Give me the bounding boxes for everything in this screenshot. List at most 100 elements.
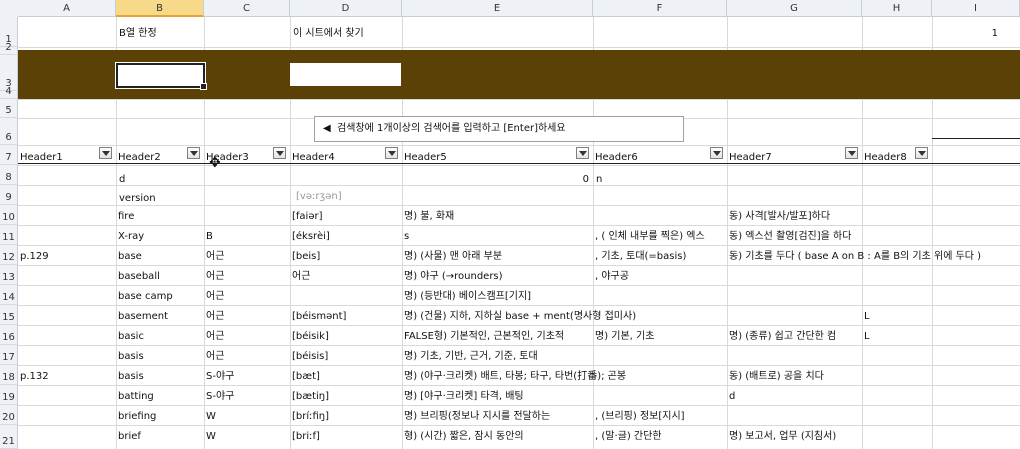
row-number: 12 [2, 252, 15, 263]
row-header-6[interactable]: 6 [0, 118, 18, 145]
b-column-search-input[interactable] [115, 62, 207, 90]
column-header-d[interactable]: D [290, 0, 402, 17]
instruction-text: 검색창에 1개이상의 검색어를 입력하고 [Enter]하세요 [337, 123, 566, 134]
gridline-horizontal [18, 245, 1020, 246]
row-number: 11 [2, 232, 15, 243]
gridline-horizontal [18, 205, 1020, 206]
filter-dropdown-icon[interactable] [385, 147, 398, 159]
gridline-horizontal [18, 99, 1020, 100]
column-header-i[interactable]: I [932, 0, 1020, 17]
cell-f: , (브리핑) 정보[지시] [595, 411, 685, 422]
row-header-4[interactable]: 4 [0, 86, 18, 99]
gridline-horizontal [18, 145, 1020, 146]
row-header-17[interactable]: 17 [0, 345, 18, 365]
column-header-e[interactable]: E [402, 0, 593, 17]
cell-g: 동) 사격[발사/발포]하다 [729, 211, 831, 222]
sheet-search-input[interactable] [290, 63, 401, 86]
gridline-horizontal [18, 285, 1020, 286]
cell-b: fire [118, 211, 135, 222]
cell-d: [bætiŋ] [292, 391, 330, 402]
cell-b: brief [118, 431, 141, 442]
cell-b9: version [119, 193, 156, 204]
gridline-horizontal [18, 305, 1020, 306]
column-header-c[interactable]: C [204, 0, 290, 17]
row-header-19[interactable]: 19 [0, 385, 18, 405]
cell-b: base [118, 251, 142, 262]
cell-c: 어근 [206, 251, 225, 262]
filter-dropdown-icon[interactable] [915, 147, 928, 159]
row-header-9[interactable]: 9 [0, 185, 18, 205]
cell-c: 어근 [206, 351, 225, 362]
column-header-f[interactable]: F [593, 0, 727, 17]
cell-c: S-야구 [206, 371, 235, 382]
cell-e: 명) (사물) 맨 아래 부분 [404, 251, 503, 262]
cell-e: s [404, 231, 410, 242]
row-number: 2 [5, 42, 12, 53]
cell-g: 명) (종류) 쉽고 간단한 컴 [729, 331, 837, 342]
cell-c: S-야구 [206, 391, 235, 402]
cell-b: basis [118, 371, 144, 382]
b-only-label: B열 한정 [119, 28, 157, 39]
cell-d: [briːf] [292, 431, 320, 442]
row-header-8[interactable]: 8 [0, 165, 18, 185]
row-header-7[interactable]: 7 [0, 145, 18, 165]
header-underline [18, 163, 1020, 164]
row-header-16[interactable]: 16 [0, 325, 18, 345]
column-header-h[interactable]: H [862, 0, 932, 17]
cell-b: base camp [118, 291, 173, 302]
cell-f: , 야구공 [595, 271, 629, 282]
cell-a: p.132 [20, 371, 49, 382]
row-header-5[interactable]: 5 [0, 99, 18, 118]
row-number: 17 [2, 352, 15, 363]
row-number: 7 [5, 152, 12, 163]
row-header-18[interactable]: 18 [0, 365, 18, 385]
cell-d: [faiər] [292, 211, 323, 222]
gridline-horizontal [18, 225, 1020, 226]
row-header-20[interactable]: 20 [0, 405, 18, 425]
cell-h: L [864, 311, 870, 322]
cell-d: [béisik] [292, 331, 329, 342]
separator-line [932, 138, 1020, 139]
instruction-textbox: ◀ 검색창에 1개이상의 검색어를 입력하고 [Enter]하세요 [314, 116, 684, 142]
gridline-horizontal [18, 165, 1020, 166]
cell-a: p.129 [20, 251, 49, 262]
cell-c: W [206, 431, 216, 442]
row-header-12[interactable]: 12 [0, 245, 18, 265]
cell-f8: n [596, 174, 603, 185]
column-header-b[interactable]: B [116, 0, 204, 17]
row-number: 13 [2, 272, 15, 283]
column-header-g[interactable]: G [727, 0, 862, 17]
cell-e: 명) [야구·크리켓] 타격, 배팅 [404, 391, 524, 402]
cell-c: B [206, 231, 213, 242]
row-header-2[interactable]: 2 [0, 42, 18, 55]
cell-b: basis [118, 351, 144, 362]
cell-d: [éksrèi] [292, 231, 330, 242]
row-header-11[interactable]: 11 [0, 225, 18, 245]
filter-dropdown-icon[interactable] [99, 147, 112, 159]
filter-dropdown-icon[interactable] [576, 147, 589, 159]
gridline-horizontal [18, 345, 1020, 346]
cell-b: basic [118, 331, 144, 342]
gridline-horizontal [18, 425, 1020, 426]
filter-dropdown-icon[interactable] [845, 147, 858, 159]
cell-g: 동) 엑스선 촬영[검진]을 하다 [729, 231, 852, 242]
gridline-horizontal [18, 325, 1020, 326]
row-header-15[interactable]: 15 [0, 305, 18, 325]
row-number: 19 [2, 392, 15, 403]
row-header-21[interactable]: 21 [0, 425, 18, 449]
cell-b: X-ray [118, 231, 145, 242]
filter-dropdown-icon[interactable] [273, 147, 286, 159]
column-header-a[interactable]: A [18, 0, 116, 17]
row-header-13[interactable]: 13 [0, 265, 18, 285]
row-header-14[interactable]: 14 [0, 285, 18, 305]
cell-b: batting [118, 391, 154, 402]
row-header-10[interactable]: 10 [0, 205, 18, 225]
row-number: 9 [5, 192, 12, 203]
cell-e: 형) (시간) 짧은, 잠시 동안의 [404, 431, 524, 442]
row-number: 15 [2, 312, 15, 323]
cell-e: 명) 브리핑(정보나 지시를 전달하는 [404, 411, 551, 422]
filter-dropdown-icon[interactable] [710, 147, 723, 159]
cell-e8: 0 [582, 174, 589, 185]
row-number: 14 [2, 292, 15, 303]
filter-dropdown-icon[interactable] [187, 147, 200, 159]
